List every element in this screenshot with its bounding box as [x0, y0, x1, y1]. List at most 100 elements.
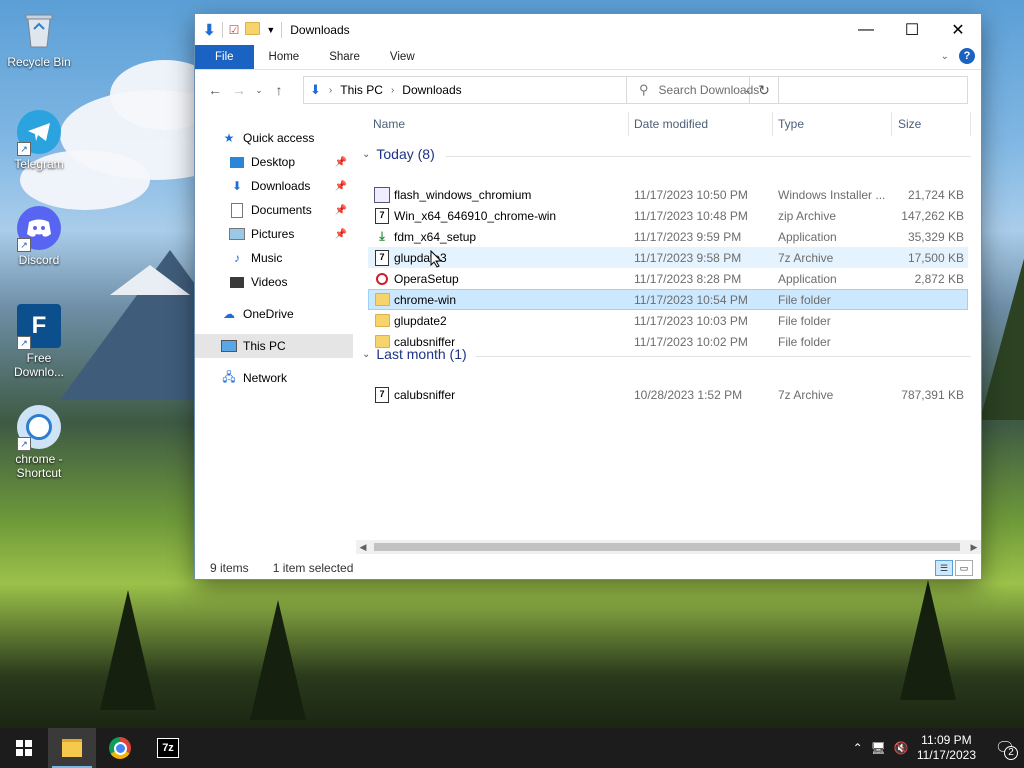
network-disconnected-icon[interactable]: 🖥 [871, 741, 886, 755]
column-header-date-modified[interactable]: Date modified [634, 110, 708, 138]
nav-desktop[interactable]: Desktop 📌 [195, 150, 353, 174]
nav-pictures[interactable]: Pictures 📌 [195, 222, 353, 246]
desktop-icon-chrome-shortcut[interactable]: ↗ chrome - Shortcut [6, 405, 72, 480]
file-row[interactable]: 7 calubsniffer 10/28/2023 1:52 PM 7z Arc… [368, 384, 968, 405]
notification-count-badge: 2 [1004, 746, 1018, 760]
chrome-icon: ↗ [17, 405, 61, 451]
clock-date: 11/17/2023 [916, 748, 976, 762]
tab-file[interactable]: File [195, 45, 254, 69]
column-header-name[interactable]: Name [373, 110, 405, 138]
clock[interactable]: 11:09 PM 11/17/2023 [917, 733, 976, 763]
group-header-today[interactable]: ⌄ Today (8) [362, 146, 435, 162]
navigation-bar: ← → ⌄ ↑ ⬇ › This PC › Downloads ⌄ ↻ ⚲ Se… [195, 70, 981, 110]
file-row[interactable]: 7 glupdate3 11/17/2023 9:58 PM 7z Archiv… [368, 247, 968, 268]
shortcut-arrow-icon: ↗ [17, 142, 31, 156]
file-date: 11/17/2023 9:58 PM [634, 250, 742, 265]
file-name: glupdate2 [394, 313, 447, 328]
forward-button[interactable]: → [227, 82, 251, 98]
recent-locations-button[interactable]: ⌄ [251, 85, 267, 96]
horizontal-scrollbar[interactable]: ◀ ▶ [356, 540, 981, 554]
nav-this-pc[interactable]: This PC [195, 334, 353, 358]
breadcrumb-this-pc[interactable]: This PC [340, 83, 383, 97]
large-icons-view-icon[interactable]: ▭ [955, 560, 973, 576]
navigation-pane: ★ Quick access Desktop 📌 ⬇ Downloads 📌 D… [195, 110, 353, 550]
file-row[interactable]: 7 Win_x64_646910_chrome-win 11/17/2023 1… [368, 205, 968, 226]
close-button[interactable]: ✕ [935, 14, 981, 45]
file-type: File folder [778, 313, 831, 328]
nav-music[interactable]: ♪ Music [195, 246, 353, 270]
properties-icon[interactable]: ☑ [229, 23, 240, 37]
file-row[interactable]: glupdate2 11/17/2023 10:03 PM File folde… [368, 310, 968, 331]
minimize-button[interactable]: — [843, 14, 889, 45]
desktop-icon-label: Discord [18, 253, 60, 267]
breadcrumb-downloads[interactable]: Downloads [402, 83, 461, 97]
desktop-icon-recycle-bin[interactable]: Recycle Bin [6, 8, 72, 69]
up-button[interactable]: ↑ [267, 82, 291, 98]
nav-quick-access[interactable]: ★ Quick access [195, 126, 353, 150]
nav-downloads[interactable]: ⬇ Downloads 📌 [195, 174, 353, 198]
notification-center-button[interactable]: 🗨 2 [990, 728, 1020, 768]
nav-network[interactable]: 🖧 Network [195, 366, 353, 390]
tab-home[interactable]: Home [254, 45, 315, 69]
archive-icon: 7 [374, 386, 390, 403]
desktop-icon-discord[interactable]: ↗ Discord [6, 206, 72, 267]
nav-videos[interactable]: Videos [195, 270, 353, 294]
folder-icon [374, 313, 390, 329]
new-folder-icon[interactable] [245, 21, 261, 38]
window-title: Downloads [290, 22, 350, 37]
taskbar-7zip[interactable]: 7z [144, 728, 192, 768]
archive-icon: 7 [374, 249, 390, 266]
star-icon: ★ [223, 131, 235, 145]
file-type: 7z Archive [778, 387, 834, 402]
file-size: 787,391 KB [901, 387, 964, 402]
nav-label: OneDrive [243, 307, 294, 321]
maximize-button[interactable]: ☐ [889, 14, 935, 45]
pin-icon: 📌 [334, 180, 347, 192]
scroll-right-icon[interactable]: ▶ [967, 540, 981, 554]
scrollbar-thumb[interactable] [374, 543, 960, 551]
taskbar-chrome[interactable] [96, 728, 144, 768]
expand-ribbon-icon[interactable]: ⌄ [941, 51, 949, 62]
show-hidden-icons-icon[interactable]: ⌃ [853, 741, 863, 755]
tab-share[interactable]: Share [314, 45, 375, 69]
file-date: 11/17/2023 10:48 PM [634, 208, 748, 223]
file-row[interactable]: ⤓ fdm_x64_setup 11/17/2023 9:59 PM Appli… [368, 226, 968, 247]
column-header-type[interactable]: Type [778, 110, 804, 138]
chevron-down-icon: ⌄ [362, 148, 371, 160]
tab-view[interactable]: View [375, 45, 430, 69]
back-button[interactable]: ← [203, 82, 227, 98]
column-header-size[interactable]: Size [898, 110, 921, 138]
details-view-icon[interactable]: ☰ [935, 560, 953, 576]
pin-icon: 📌 [334, 204, 347, 216]
file-row[interactable]: OperaSetup 11/17/2023 8:28 PM Applicatio… [368, 268, 968, 289]
customize-quick-access-icon[interactable]: ▼ [266, 25, 275, 35]
file-row[interactable]: flash_windows_chromium 11/17/2023 10:50 … [368, 184, 968, 205]
search-placeholder: Search Downloads [658, 83, 760, 97]
nav-documents[interactable]: Documents 📌 [195, 198, 353, 222]
group-header-last-month[interactable]: ⌄ Last month (1) [362, 346, 467, 362]
volume-muted-icon[interactable]: 🔇 [894, 741, 909, 755]
discord-icon: ↗ [17, 206, 61, 252]
ribbon-tabs: File Home Share View ⌄ ? [195, 45, 981, 70]
file-type: Application [778, 229, 837, 244]
file-date: 11/17/2023 9:59 PM [634, 229, 742, 244]
file-type: File folder [778, 334, 831, 349]
desktop-icon-label: Recycle Bin [7, 55, 71, 69]
desktop-icon-telegram[interactable]: ↗ Telegram [6, 110, 72, 171]
file-row[interactable]: chrome-win 11/17/2023 10:54 PM File fold… [368, 289, 968, 310]
start-button[interactable] [0, 728, 48, 768]
file-name: OperaSetup [394, 271, 459, 286]
desktop-icon-free-download-manager[interactable]: F ↗ Free Downlo... [6, 304, 72, 379]
file-size: 17,500 KB [907, 250, 964, 265]
scroll-left-icon[interactable]: ◀ [356, 540, 370, 554]
shortcut-arrow-icon: ↗ [17, 336, 31, 350]
search-input[interactable]: ⚲ Search Downloads [626, 76, 968, 104]
help-icon[interactable]: ? [959, 48, 975, 64]
nav-onedrive[interactable]: ☁ OneDrive [195, 302, 353, 326]
desktop-icon-label: Free Downlo... [13, 351, 65, 379]
taskbar-file-explorer[interactable] [48, 728, 96, 768]
file-list: Name Date modified Type Size ⌄ Today (8)… [356, 110, 971, 540]
desktop-icon-label: chrome - Shortcut [15, 452, 63, 480]
fdm-icon: F ↗ [17, 304, 61, 350]
status-bar: 9 items 1 item selected ☰ ▭ [195, 557, 981, 579]
